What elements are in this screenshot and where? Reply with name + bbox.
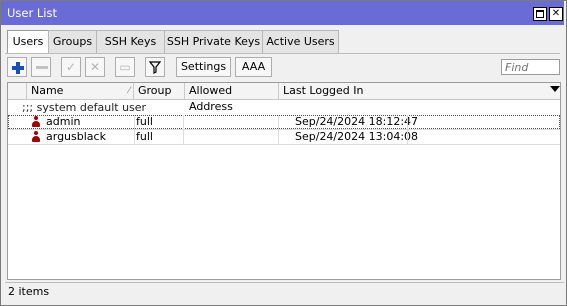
sort-icon: ⁄ [128,86,130,96]
table-row[interactable]: argusblack full Sep/24/2024 13:04:08 [8,130,560,144]
cell-group: full [136,130,153,143]
check-icon: ✓ [65,60,77,74]
column-last-logged-in[interactable]: Last Logged In [279,83,540,99]
cell-name: admin [46,115,81,128]
tab-active-users[interactable]: Active Users [262,30,339,53]
tab-users[interactable]: Users [7,30,49,54]
find-input[interactable] [501,59,560,75]
window-title: User List [7,6,57,20]
tab-groups[interactable]: Groups [48,30,97,53]
cell-group: full [136,115,153,128]
column-name[interactable]: Name ⁄ [27,83,134,99]
aaa-button[interactable]: AAA [235,57,272,77]
column-allowed-address[interactable]: Allowed Address [185,83,279,113]
maximize-button[interactable] [533,7,547,21]
plus-icon [12,62,24,74]
title-bar[interactable]: User List ✕ [1,1,564,25]
settings-button[interactable]: Settings [176,57,231,77]
filter-button[interactable] [145,57,165,77]
comment-button[interactable]: ▭ [115,57,135,77]
columns-dropdown-icon[interactable] [550,86,560,92]
tab-ssh-keys[interactable]: SSH Keys [96,30,165,53]
close-button[interactable]: ✕ [549,7,563,21]
filter-icon [148,61,162,74]
table-header: Name ⁄ Group Allowed Address Last Logged … [8,83,560,113]
user-icon [32,116,40,128]
user-icon [32,131,40,143]
cross-icon: ✕ [89,60,101,74]
cell-name: argusblack [46,130,106,143]
add-button[interactable] [7,57,27,77]
users-table: Name ⁄ Group Allowed Address Last Logged … [7,82,561,280]
cell-last-logged-in: Sep/24/2024 13:04:08 [295,130,419,143]
disable-button[interactable]: ✕ [85,57,105,77]
table-row[interactable]: admin full Sep/24/2024 18:12:47 [8,115,560,129]
column-group[interactable]: Group [134,83,185,99]
comment-icon: ▭ [119,60,131,74]
status-bar: 2 items [5,282,564,301]
section-comment: ;;; system default user [22,101,147,114]
remove-button[interactable] [31,57,51,77]
cell-last-logged-in: Sep/24/2024 18:12:47 [295,115,419,128]
item-count: 2 items [8,285,50,298]
header-select[interactable] [8,83,27,99]
tab-ssh-private-keys[interactable]: SSH Private Keys [164,30,263,53]
enable-button[interactable]: ✓ [61,57,81,77]
